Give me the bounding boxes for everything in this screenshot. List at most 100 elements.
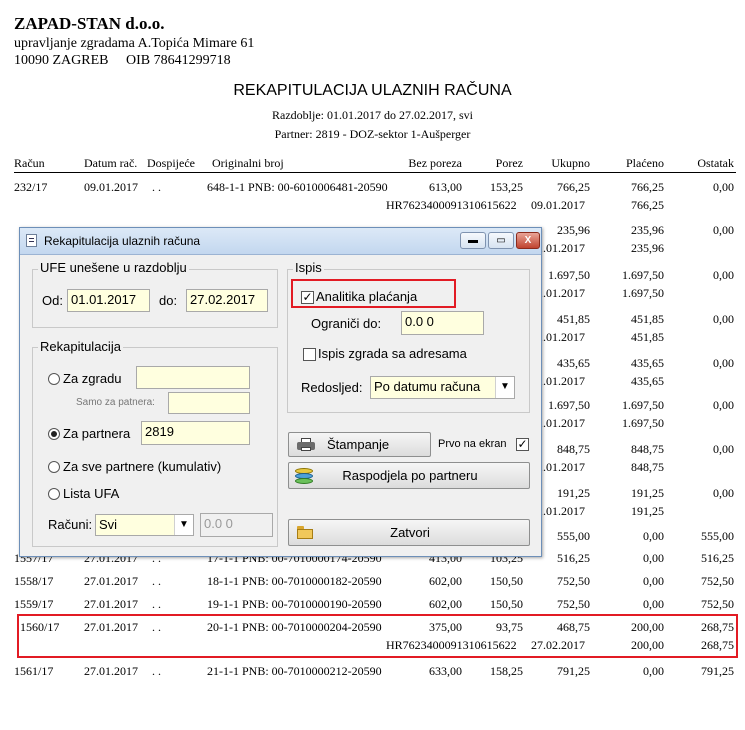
stampanje-label: Štampanje (327, 437, 390, 452)
table-row-cell: 0,00 (713, 442, 734, 456)
radio-za-sve-partnere[interactable] (48, 461, 60, 473)
table-row-cell: 766,25 (557, 180, 590, 194)
table-row-cell: 435,65 (631, 356, 664, 370)
ograniči-input[interactable]: 0.0 0 (401, 311, 484, 335)
ograniči-label: Ograniči do: (311, 316, 382, 331)
table-row-cell: . . (152, 597, 161, 611)
analitika-label: Analitika plaćanja (316, 289, 418, 304)
table-row-cell: 613,00 (429, 180, 462, 194)
table-row-cell: 27.01.2017 (84, 597, 138, 611)
table-row-cell: 0,00 (713, 180, 734, 194)
chevron-down-icon: ▼ (495, 377, 514, 398)
ufe-group-label: UFE unešene u razdoblju (38, 260, 189, 275)
table-row-cell: . . (152, 180, 161, 194)
table-row-cell: 0,00 (643, 551, 664, 565)
table-row-cell: 1560/17 (20, 620, 60, 634)
table-row-cell: 191,25 (631, 486, 664, 500)
table-row-cell: 0,00 (643, 574, 664, 588)
dialog-titlebar[interactable]: Rekapitulacija ulaznih računa ▬ ▭ X (20, 228, 541, 255)
redosljed-select[interactable]: Po datumu računa ▼ (370, 376, 515, 399)
company-name: ZAPAD-STAN d.o.o. (14, 14, 165, 33)
table-row-cell: 1.697,50 (622, 416, 664, 430)
radio-lista-ufa[interactable] (48, 488, 60, 500)
col-dospijece: Dospijeće (147, 156, 195, 170)
table-row-cell: 235,96 (631, 223, 664, 237)
header-divider (14, 172, 736, 173)
col-bez-poreza: Bez poreza (408, 156, 462, 170)
table-row-cell: 0,00 (643, 664, 664, 678)
table-row-cell: 752,50 (557, 574, 590, 588)
table-row-cell: 0,00 (713, 356, 734, 370)
ispis-zgrada-checkbox[interactable] (303, 348, 316, 361)
table-row-cell: 0,00 (643, 597, 664, 611)
za-sve-partnere-label: Za sve partnere (kumulativ) (63, 459, 222, 474)
col-porez: Porez (495, 156, 523, 170)
table-row-cell: 93,75 (496, 620, 523, 634)
partner-input[interactable]: 2819 (141, 421, 250, 445)
radio-za-zgradu[interactable] (48, 373, 60, 385)
report-partner: Partner: 2819 - DOZ-sektor 1-Aušperger (274, 127, 471, 141)
table-row-cell: 435,65 (631, 374, 664, 388)
zgrada-input[interactable] (136, 366, 250, 389)
racuni-select[interactable]: Svi ▼ (95, 514, 194, 536)
racuni-label: Računi: (48, 517, 93, 532)
table-row-cell: 20-1-1 PNB: 00-7010000204-20590 (207, 620, 382, 634)
table-row-cell: HR7623400091310615622 (386, 198, 517, 212)
table-row-cell: 1.697,50 (622, 286, 664, 300)
za-partnera-label: Za partnera (63, 426, 131, 441)
zatvori-button[interactable]: Zatvori (288, 519, 530, 546)
table-row-cell: 0,00 (643, 529, 664, 543)
radio-za-partnera[interactable] (48, 428, 60, 440)
raspodjela-label: Raspodjela po partneru (342, 468, 478, 483)
table-row-cell: 27.01.2017 (84, 620, 138, 634)
rekapitulacija-dialog: Rekapitulacija ulaznih računa ▬ ▭ X UFE … (19, 227, 542, 557)
table-row-cell: . . (152, 574, 161, 588)
zatvori-label: Zatvori (390, 525, 430, 540)
do-date-input[interactable]: 27.02.2017 (186, 289, 268, 312)
ispis-zgrada-label: Ispis zgrada sa adresama (318, 346, 467, 361)
table-row-cell: 0,00 (713, 268, 734, 282)
raspodjela-button[interactable]: Raspodjela po partneru (288, 462, 530, 489)
report-period: Razdoblje: 01.01.2017 do 27.02.2017, svi (272, 108, 473, 122)
table-row-cell: 200,00 (631, 638, 664, 652)
table-row-cell: . . (152, 620, 161, 634)
table-row-cell: 0,00 (713, 486, 734, 500)
racuni-filter-input[interactable]: 0.0 0 (200, 513, 273, 537)
table-row-cell: 602,00 (429, 597, 462, 611)
maximize-button[interactable]: ▭ (488, 232, 514, 249)
table-row-cell: 1.697,50 (622, 398, 664, 412)
prvo-na-ekran-checkbox[interactable]: ✓ (516, 438, 529, 451)
samo-za-partnera-input[interactable] (168, 392, 250, 414)
stampanje-button[interactable]: Štampanje (288, 432, 431, 457)
table-row-cell: 150,50 (490, 574, 523, 588)
table-row-cell: 1.697,50 (622, 268, 664, 282)
table-row-cell: 1559/17 (14, 597, 54, 611)
table-row-cell: 0,00 (713, 398, 734, 412)
chevron-down-icon: ▼ (174, 515, 193, 535)
table-row-cell: 602,00 (429, 574, 462, 588)
table-row-cell: 268,75 (701, 638, 734, 652)
table-row-cell: 158,25 (490, 664, 523, 678)
ispis-group-label: Ispis (293, 260, 324, 275)
table-row-cell: 648-1-1 PNB: 00-6010006481-20590 (207, 180, 388, 194)
table-row-cell: . . (152, 664, 161, 678)
do-label: do: (159, 293, 178, 308)
table-row-cell: 375,00 (429, 620, 462, 634)
table-row-cell: 09.01.2017 (531, 198, 585, 212)
redosljed-select-value: Po datumu računa (374, 379, 481, 394)
report-title: REKAPITULACIJA ULAZNIH RAČUNA (233, 82, 512, 99)
dialog-title: Rekapitulacija ulaznih računa (44, 234, 201, 248)
table-row-cell: 27.02.2017 (531, 638, 585, 652)
table-row-cell: 21-1-1 PNB: 00-7010000212-20590 (207, 664, 382, 678)
table-row-cell: 555,00 (701, 529, 734, 543)
table-row-cell: 633,00 (429, 664, 462, 678)
analitika-checkbox[interactable]: ✓ (301, 291, 314, 304)
od-date-input[interactable]: 01.01.2017 (67, 289, 150, 312)
company-address: upravljanje zgradama A.Topića Mimare 61 (14, 36, 255, 51)
minimize-button[interactable]: ▬ (460, 232, 486, 249)
col-ostatak: Ostatak (697, 156, 734, 170)
table-row-cell: 752,50 (701, 597, 734, 611)
table-row-cell: 752,50 (557, 597, 590, 611)
table-row-cell: 516,25 (701, 551, 734, 565)
close-button[interactable]: X (516, 232, 540, 249)
